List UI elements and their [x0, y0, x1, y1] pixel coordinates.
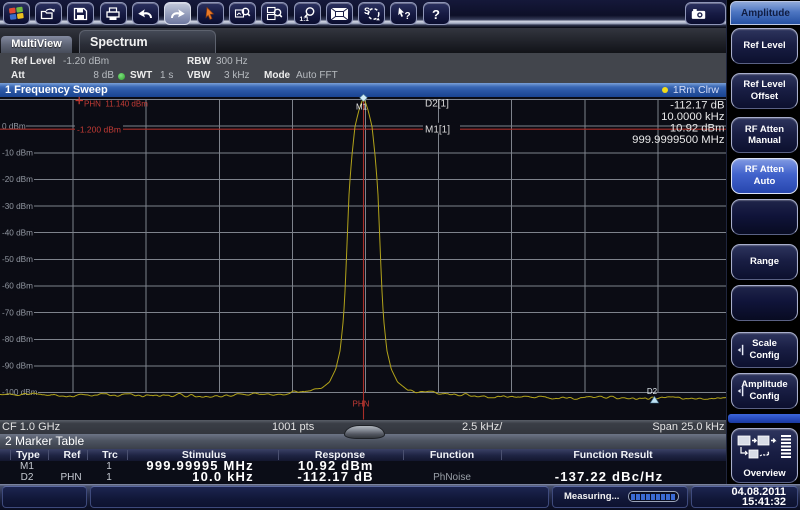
svg-text:-112.17 dB: -112.17 dB	[670, 99, 724, 111]
svg-text:10.0000 kHz: 10.0000 kHz	[661, 111, 725, 123]
svg-text:-20 dBm: -20 dBm	[2, 175, 33, 184]
svg-text:D2: D2	[647, 387, 658, 396]
svg-text:-60 dBm: -60 dBm	[2, 282, 33, 291]
svg-text:M1: M1	[356, 103, 368, 112]
svg-text:-10 dBm: -10 dBm	[2, 149, 33, 158]
svg-text:999.9999500 MHz: 999.9999500 MHz	[632, 134, 725, 146]
svg-text:-90 dBm: -90 dBm	[2, 362, 33, 371]
svg-text:M1[1]: M1[1]	[425, 124, 450, 135]
svg-text:?: ?	[432, 7, 440, 22]
svg-text:-50 dBm: -50 dBm	[2, 255, 33, 264]
svg-text:-70 dBm: -70 dBm	[2, 308, 33, 317]
svg-text:PHN: PHN	[353, 400, 370, 409]
svg-text:-30 dBm: -30 dBm	[2, 202, 33, 211]
svg-text:?: ?	[404, 11, 410, 21]
svg-text:-1.200 dBm: -1.200 dBm	[77, 124, 121, 134]
svg-text:S: S	[364, 6, 370, 16]
svg-text:D2[1]: D2[1]	[425, 98, 449, 109]
svg-text:-40 dBm: -40 dBm	[2, 228, 33, 237]
svg-text:PHN 11.140 dBm: PHN 11.140 dBm	[84, 100, 148, 109]
svg-text:10.92 dBm: 10.92 dBm	[670, 122, 725, 134]
svg-text:1:1: 1:1	[299, 16, 309, 22]
svg-text:-100 dBm: -100 dBm	[2, 388, 38, 397]
svg-text:-80 dBm: -80 dBm	[2, 335, 33, 344]
